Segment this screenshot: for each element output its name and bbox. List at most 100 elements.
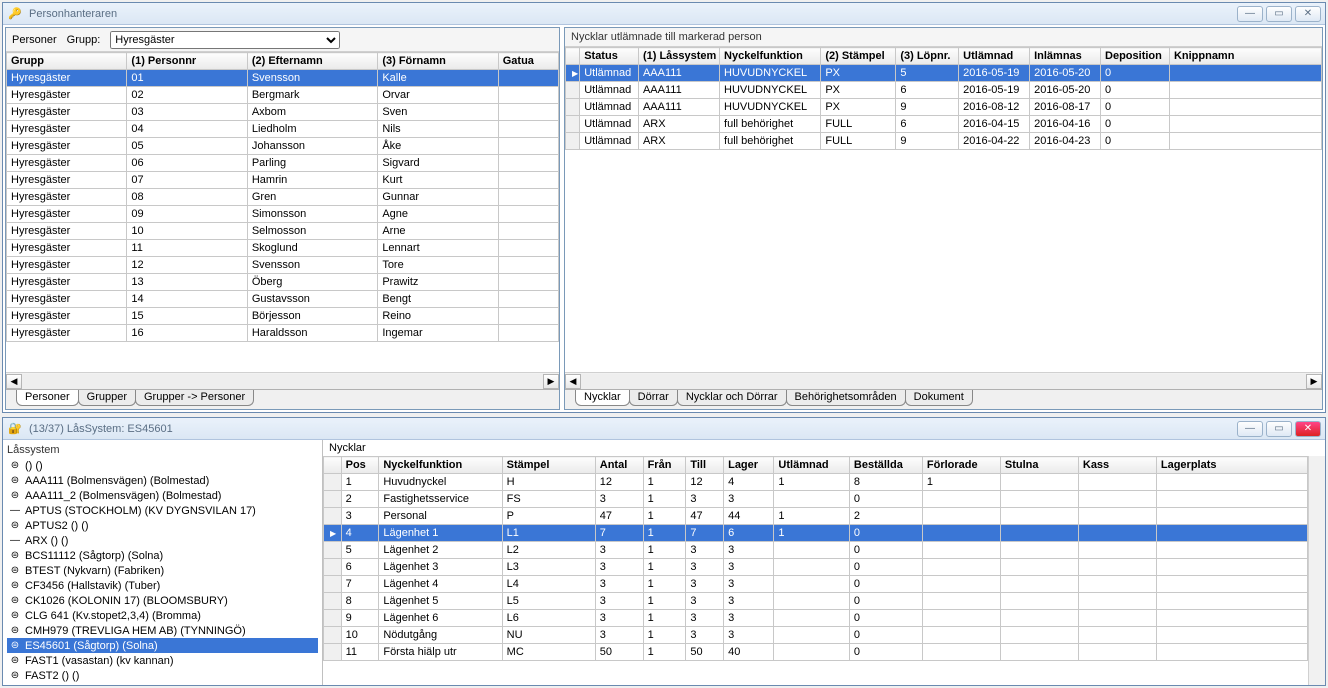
scroll-right-icon[interactable]: ▶ xyxy=(543,374,559,389)
column-header[interactable]: Nyckelfunktion xyxy=(720,48,821,65)
column-header[interactable]: Utlämnad xyxy=(959,48,1030,65)
table-row[interactable]: Hyresgäster01SvenssonKalle xyxy=(7,70,559,87)
table-row[interactable]: 6Lägenhet 3L331330 xyxy=(324,559,1308,576)
column-header[interactable]: Deposition xyxy=(1101,48,1170,65)
table-row[interactable]: Hyresgäster04LiedholmNils xyxy=(7,121,559,138)
column-header[interactable]: Kass xyxy=(1078,457,1156,474)
maximize-button[interactable]: ▭ xyxy=(1266,6,1292,22)
column-header[interactable]: Grupp xyxy=(7,53,127,70)
table-row[interactable]: Hyresgäster09SimonssonAgne xyxy=(7,206,559,223)
table-row[interactable]: UtlämnadAAA111HUVUDNYCKELPX52016-05-1920… xyxy=(566,65,1322,82)
tab-d-rrar[interactable]: Dörrar xyxy=(629,390,678,406)
persons-grid[interactable]: Grupp(1) Personnr(2) Efternamn(3) Förnam… xyxy=(6,52,559,372)
column-header[interactable]: Från xyxy=(643,457,686,474)
table-row[interactable]: UtlämnadAAA111HUVUDNYCKELPX92016-08-1220… xyxy=(566,99,1322,116)
tree-item[interactable]: ⊜AAA111_2 (Bolmensvägen) (Bolmestad) xyxy=(7,488,318,503)
column-header[interactable]: (2) Stämpel xyxy=(821,48,896,65)
tab-dokument[interactable]: Dokument xyxy=(905,390,973,406)
persons-hscroll[interactable]: ◀ ▶ xyxy=(6,372,559,389)
tree-item[interactable]: ⊜ES45601 (Sågtorp) (Solna) xyxy=(7,638,318,653)
table-row[interactable]: UtlämnadAAA111HUVUDNYCKELPX62016-05-1920… xyxy=(566,82,1322,99)
column-header[interactable]: Lagerplats xyxy=(1156,457,1307,474)
table-row[interactable]: 10NödutgångNU31330 xyxy=(324,627,1308,644)
keys-hscroll[interactable]: ◀ ▶ xyxy=(565,372,1322,389)
column-header[interactable]: Till xyxy=(686,457,724,474)
table-row[interactable]: Hyresgäster07HamrinKurt xyxy=(7,172,559,189)
table-row[interactable]: 1HuvudnyckelH121124181 xyxy=(324,474,1308,491)
close-button[interactable]: ✕ xyxy=(1295,6,1321,22)
tab-grupper-personer[interactable]: Grupper -> Personer xyxy=(135,390,254,406)
maximize-button[interactable]: ▭ xyxy=(1266,421,1292,437)
tab-nycklar-och-d-rrar[interactable]: Nycklar och Dörrar xyxy=(677,390,787,406)
column-header[interactable]: Antal xyxy=(595,457,643,474)
key-functions-grid[interactable]: PosNyckelfunktionStämpelAntalFrånTillLag… xyxy=(323,456,1308,685)
table-row[interactable]: Hyresgäster11SkoglundLennart xyxy=(7,240,559,257)
tree-item[interactable]: ⊜AAA111 (Bolmensvägen) (Bolmestad) xyxy=(7,473,318,488)
locksystem-tree[interactable]: Låssystem ⊜() ()⊜AAA111 (Bolmensvägen) (… xyxy=(3,440,323,685)
table-row[interactable]: Hyresgäster10SelmossonArne xyxy=(7,223,559,240)
column-header[interactable]: Förlorade xyxy=(922,457,1000,474)
keys-out-grid[interactable]: Status(1) LåssystemNyckelfunktion(2) Stä… xyxy=(565,47,1322,372)
table-row[interactable]: 11Första hiälp utrMC50150400 xyxy=(324,644,1308,661)
tree-item[interactable]: ⊜CK1026 (KOLONIN 17) (BLOOMSBURY) xyxy=(7,593,318,608)
scroll-left-icon[interactable]: ◀ xyxy=(565,374,581,389)
tab-personer[interactable]: Personer xyxy=(16,390,79,406)
table-row[interactable]: 4Lägenhet 1L1717610 xyxy=(324,525,1308,542)
column-header[interactable]: Stämpel xyxy=(502,457,595,474)
tree-item[interactable]: ⊜FAST1 (vasastan) (kv kannan) xyxy=(7,653,318,668)
table-row[interactable]: UtlämnadARXfull behörighetFULL92016-04-2… xyxy=(566,133,1322,150)
minimize-button[interactable]: — xyxy=(1237,6,1263,22)
table-row[interactable]: Hyresgäster06ParlingSigvard xyxy=(7,155,559,172)
keys-vscroll[interactable] xyxy=(1308,456,1325,685)
table-row[interactable]: Hyresgäster16HaraldssonIngemar xyxy=(7,325,559,342)
tree-item[interactable]: ⊜() () xyxy=(7,458,318,473)
table-row[interactable]: Hyresgäster15BörjessonReino xyxy=(7,308,559,325)
tree-item[interactable]: ⊜CMH979 (TREVLIGA HEM AB) (TYNNINGÖ) xyxy=(7,623,318,638)
table-row[interactable]: UtlämnadARXfull behörighetFULL62016-04-1… xyxy=(566,116,1322,133)
table-row[interactable]: Hyresgäster08GrenGunnar xyxy=(7,189,559,206)
column-header[interactable]: (1) Personnr xyxy=(127,53,247,70)
scroll-left-icon[interactable]: ◀ xyxy=(6,374,22,389)
grupp-select[interactable]: Hyresgäster xyxy=(110,31,340,49)
column-header[interactable]: Nyckelfunktion xyxy=(379,457,502,474)
column-header[interactable]: Knippnamn xyxy=(1169,48,1321,65)
table-row[interactable]: 3PersonalP471474412 xyxy=(324,508,1308,525)
column-header[interactable]: Utlämnad xyxy=(774,457,849,474)
column-header[interactable]: (3) Förnamn xyxy=(378,53,498,70)
tree-item[interactable]: ⊜FAST2 () () xyxy=(7,668,318,683)
tab-grupper[interactable]: Grupper xyxy=(78,390,136,406)
tree-item[interactable]: —ARX () () xyxy=(7,533,318,548)
column-header[interactable]: (1) Låssystem xyxy=(638,48,719,65)
table-row[interactable]: Hyresgäster05JohanssonÅke xyxy=(7,138,559,155)
column-header[interactable]: (3) Löpnr. xyxy=(896,48,959,65)
minimize-button[interactable]: — xyxy=(1237,421,1263,437)
tree-item[interactable]: ⊜BCS11112 (Sågtorp) (Solna) xyxy=(7,548,318,563)
column-header[interactable]: Lager xyxy=(724,457,774,474)
column-header[interactable]: Pos xyxy=(341,457,379,474)
column-header[interactable]: Stulna xyxy=(1000,457,1078,474)
table-row[interactable]: Hyresgäster14GustavssonBengt xyxy=(7,291,559,308)
column-header[interactable] xyxy=(324,457,342,474)
column-header[interactable]: Inlämnas xyxy=(1030,48,1101,65)
tree-item[interactable]: ⊜APTUS2 () () xyxy=(7,518,318,533)
tree-item[interactable]: ⊜CLG 641 (Kv.stopet2,3,4) (Bromma) xyxy=(7,608,318,623)
table-row[interactable]: Hyresgäster12SvenssonTore xyxy=(7,257,559,274)
tab-beh-righetsomr-den[interactable]: Behörighetsområden xyxy=(786,390,906,406)
table-row[interactable]: 7Lägenhet 4L431330 xyxy=(324,576,1308,593)
table-row[interactable]: Hyresgäster02BergmarkOrvar xyxy=(7,87,559,104)
column-header[interactable]: Beställda xyxy=(849,457,922,474)
scroll-right-icon[interactable]: ▶ xyxy=(1306,374,1322,389)
table-row[interactable]: 9Lägenhet 6L631330 xyxy=(324,610,1308,627)
table-row[interactable]: 5Lägenhet 2L231330 xyxy=(324,542,1308,559)
column-header[interactable]: Gatua xyxy=(498,53,558,70)
table-row[interactable]: 2FastighetsserviceFS31330 xyxy=(324,491,1308,508)
table-row[interactable]: Hyresgäster03AxbomSven xyxy=(7,104,559,121)
tree-item[interactable]: ⊜CF3456 (Hallstavik) (Tuber) xyxy=(7,578,318,593)
column-header[interactable]: (2) Efternamn xyxy=(247,53,377,70)
table-row[interactable]: Hyresgäster13ÖbergPrawitz xyxy=(7,274,559,291)
table-row[interactable]: 8Lägenhet 5L531330 xyxy=(324,593,1308,610)
tree-item[interactable]: ⊜BTEST (Nykvarn) (Fabriken) xyxy=(7,563,318,578)
tab-nycklar[interactable]: Nycklar xyxy=(575,390,630,406)
close-button[interactable]: ✕ xyxy=(1295,421,1321,437)
tree-item[interactable]: —APTUS (STOCKHOLM) (KV DYGNSVILAN 17) xyxy=(7,503,318,518)
